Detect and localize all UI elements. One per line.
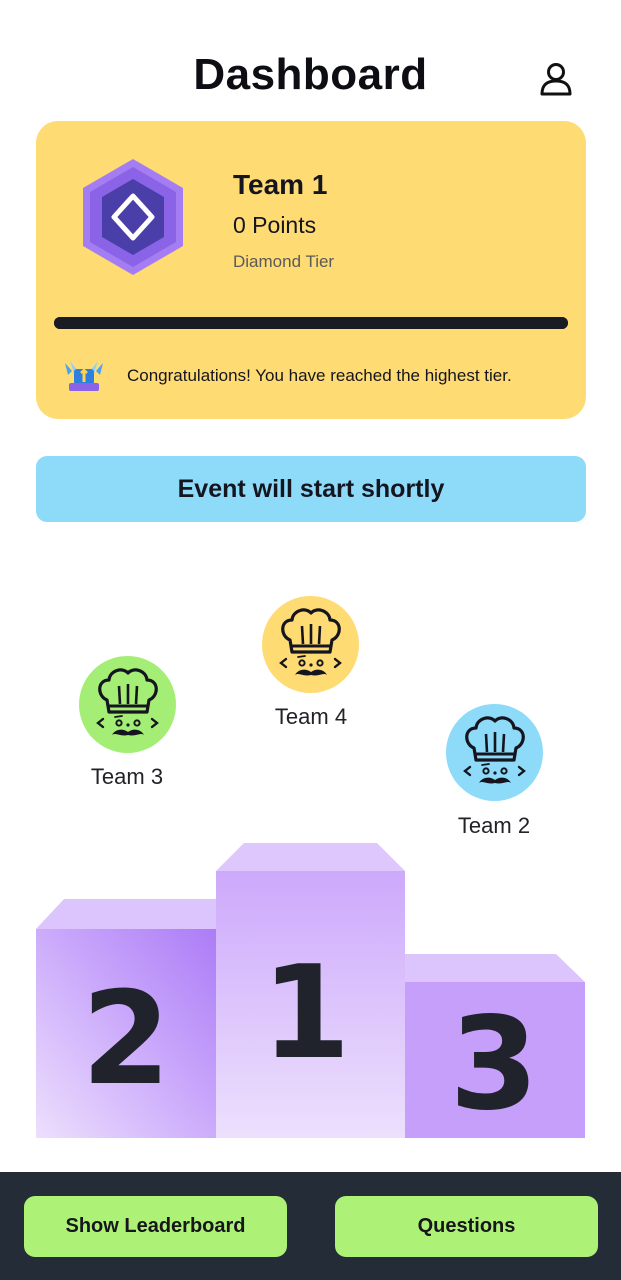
team-label-team-2: Team 2 (457, 813, 531, 838)
team-avatar-team-2[interactable] (446, 704, 543, 801)
tier-progress-fill (54, 317, 568, 329)
tier-trophy-icon (65, 361, 103, 391)
team-name: Team 1 (233, 169, 328, 200)
tier-progress-bar (54, 317, 568, 329)
podium-top-1 (216, 843, 405, 871)
podium-block-1 (216, 871, 405, 1138)
team-label-team-3: Team 3 (90, 764, 164, 789)
podium-block-3 (405, 982, 585, 1138)
podium-place-3: 3 (449, 990, 538, 1139)
page-title: Dashboard (193, 50, 428, 99)
podium-block-2 (36, 929, 216, 1138)
team-avatar-team-4[interactable] (262, 596, 359, 693)
team-status-card: Team 1 0 Points Diamond Tier Congratulat… (36, 121, 586, 419)
tier-message: Congratulations! You have reached the hi… (127, 366, 512, 385)
show-leaderboard-button[interactable]: Show Leaderboard (24, 1196, 287, 1257)
podium-place-1: 1 (261, 939, 350, 1088)
event-status-banner: Event will start shortly (36, 456, 586, 522)
team-tier: Diamond Tier (233, 252, 335, 271)
bottom-action-bar: Show Leaderboard Questions (0, 1172, 621, 1280)
team-points: 0 Points (233, 212, 317, 238)
podium-top-2 (36, 899, 216, 929)
team-avatar-team-3[interactable] (79, 656, 176, 753)
user-icon (540, 63, 572, 96)
diamond-tier-badge-icon (83, 159, 183, 275)
chef-icon (262, 596, 359, 693)
questions-button[interactable]: Questions (335, 1196, 598, 1257)
podium-top-3 (405, 954, 585, 982)
chef-icon (446, 704, 543, 801)
podium-place-2: 2 (81, 965, 170, 1114)
profile-button[interactable] (536, 58, 576, 98)
team-label-team-4: Team 4 (274, 704, 348, 729)
chef-icon (79, 656, 176, 753)
